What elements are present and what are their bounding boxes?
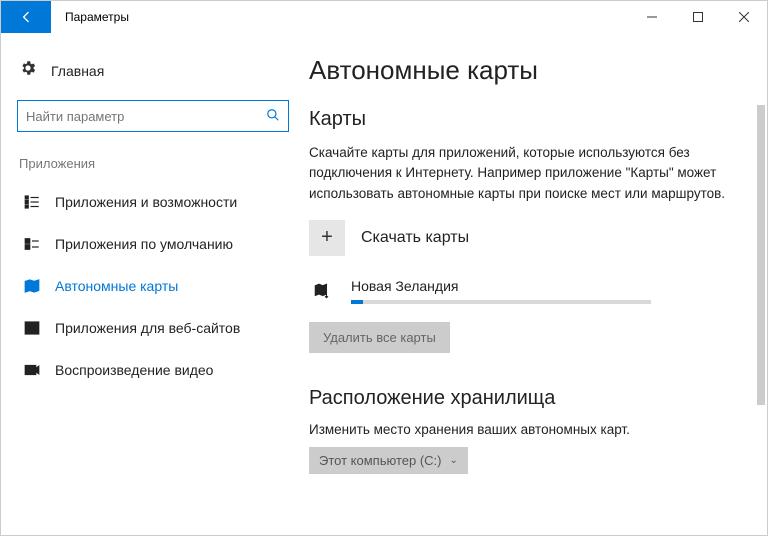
search-box[interactable] <box>17 100 289 132</box>
nav-offline-maps[interactable]: Автономные карты <box>17 265 289 307</box>
main-panel: Автономные карты Карты Скачайте карты дл… <box>301 33 767 535</box>
window-controls <box>629 1 767 33</box>
nav-apps-websites[interactable]: Приложения для веб-сайтов <box>17 307 289 349</box>
delete-all-maps-button[interactable]: Удалить все карты <box>309 322 450 353</box>
apps-list-icon <box>23 193 41 211</box>
map-entry-label: Новая Зеландия <box>351 278 651 294</box>
storage-select-value: Этот компьютер (C:) <box>319 453 441 468</box>
nav-label: Приложения для веб-сайтов <box>55 320 240 336</box>
map-download-icon <box>309 278 335 304</box>
title-bar: Параметры <box>1 1 767 33</box>
nav-label: Приложения по умолчанию <box>55 236 233 252</box>
storage-location-select[interactable]: Этот компьютер (C:) ⌄ <box>309 447 468 474</box>
video-icon <box>23 361 41 379</box>
home-label: Главная <box>51 63 104 79</box>
search-icon <box>266 108 280 125</box>
sidebar: Главная Приложения Приложения и возможно… <box>1 33 301 535</box>
minimize-button[interactable] <box>629 1 675 33</box>
home-nav[interactable]: Главная <box>17 51 289 100</box>
nav-label: Автономные карты <box>55 278 178 294</box>
back-button[interactable] <box>1 1 51 33</box>
storage-subheader: Расположение хранилища <box>309 387 737 410</box>
search-input[interactable] <box>26 109 266 124</box>
map-entry[interactable]: Новая Зеландия <box>309 278 737 304</box>
download-label: Скачать карты <box>361 229 469 247</box>
window-title: Параметры <box>51 1 629 33</box>
download-maps-button[interactable]: + Скачать карты <box>309 220 737 256</box>
nav-label: Воспроизведение видео <box>55 362 213 378</box>
nav-video-playback[interactable]: Воспроизведение видео <box>17 349 289 391</box>
apps-websites-icon <box>23 319 41 337</box>
plus-icon: + <box>309 220 345 256</box>
maps-description: Скачайте карты для приложений, которые и… <box>309 143 729 204</box>
gear-icon <box>19 59 37 82</box>
page-title: Автономные карты <box>309 55 737 86</box>
storage-description: Изменить место хранения ваших автономных… <box>309 422 737 437</box>
scrollbar[interactable] <box>757 105 765 405</box>
download-progress <box>351 300 651 304</box>
nav-label: Приложения и возможности <box>55 194 237 210</box>
chevron-down-icon: ⌄ <box>449 455 457 466</box>
offline-maps-icon <box>23 277 41 295</box>
default-apps-icon <box>23 235 41 253</box>
maps-subheader: Карты <box>309 108 737 131</box>
nav-default-apps[interactable]: Приложения по умолчанию <box>17 223 289 265</box>
section-header: Приложения <box>19 156 289 171</box>
nav-apps-features[interactable]: Приложения и возможности <box>17 181 289 223</box>
maximize-button[interactable] <box>675 1 721 33</box>
close-button[interactable] <box>721 1 767 33</box>
